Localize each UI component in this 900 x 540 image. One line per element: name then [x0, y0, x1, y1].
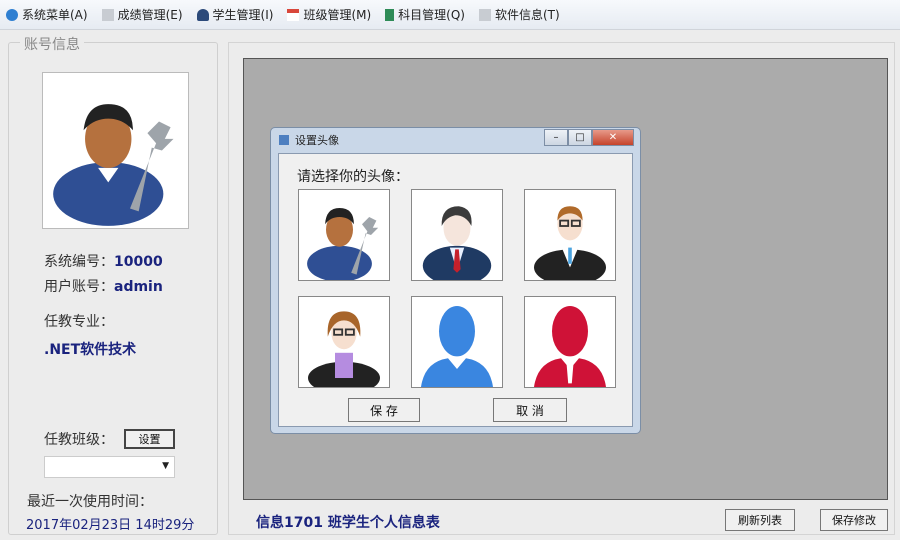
menu-students[interactable]: 学生管理(I): [196, 6, 273, 23]
menu-classes[interactable]: 班级管理(M): [287, 6, 371, 23]
menu-bar: 系统菜单(A) 成绩管理(E) 学生管理(I) 班级管理(M) 科目管理(Q) …: [0, 0, 900, 30]
menu-subjects[interactable]: 科目管理(Q): [385, 6, 465, 23]
table-title: 信息1701 班学生个人信息表: [256, 515, 440, 531]
info-icon: [478, 8, 491, 21]
save-changes-button[interactable]: 保存修改: [820, 509, 888, 531]
calendar-icon: [287, 8, 300, 21]
avatar-option-red-silhouette[interactable]: [524, 296, 616, 388]
major-value: .NET软件技术: [44, 342, 137, 358]
avatar-option-man-glasses[interactable]: [524, 189, 616, 286]
app-icon: [279, 135, 289, 145]
user-account: 用户账号：admin: [44, 279, 163, 295]
last-used-label: 最近一次使用时间：: [27, 494, 153, 510]
engineer-avatar-icon: [53, 104, 174, 226]
user-icon: [196, 8, 209, 21]
maximize-button[interactable]: □: [568, 129, 592, 146]
dialog-save-button[interactable]: 保 存: [348, 398, 420, 422]
avatar-option-businessman[interactable]: [411, 189, 503, 286]
menu-system[interactable]: 系统菜单(A): [6, 6, 88, 23]
avatar-option-woman-glasses[interactable]: [298, 296, 390, 395]
system-icon: [6, 8, 18, 21]
set-avatar-dialog: 设置头像 – □ ✕ 请选择你的头像： 保 存 取 消: [270, 127, 641, 434]
set-class-button[interactable]: 设置: [124, 429, 175, 449]
avatar-option-engineer[interactable]: [298, 189, 390, 282]
red-silhouette-avatar-icon: [534, 306, 606, 387]
major-label: 任教专业：: [44, 314, 114, 330]
dialog-prompt: 请选择你的头像：: [297, 169, 409, 185]
blue-silhouette-avatar-icon: [421, 306, 493, 387]
woman-glasses-avatar-icon: [308, 311, 380, 395]
dialog-cancel-button[interactable]: 取 消: [493, 398, 567, 422]
man-glasses-avatar-icon: [534, 206, 606, 286]
system-id: 系统编号：10000: [44, 254, 163, 270]
last-used-value: 2017年02月23日 14时29分: [26, 518, 195, 533]
close-button[interactable]: ✕: [592, 129, 634, 146]
class-select[interactable]: ▼: [44, 456, 175, 478]
engineer-avatar-icon: [307, 208, 379, 282]
menu-about[interactable]: 软件信息(T): [478, 6, 560, 23]
class-label: 任教班级：: [44, 432, 114, 448]
businessman-avatar-icon: [422, 206, 492, 286]
avatar-option-blue-silhouette[interactable]: [411, 296, 503, 388]
dialog-body: 请选择你的头像： 保 存 取 消: [278, 153, 633, 427]
account-group-title: 账号信息: [20, 34, 84, 54]
current-avatar[interactable]: [42, 72, 189, 229]
menu-grades[interactable]: 成绩管理(E): [101, 6, 183, 23]
minimize-button[interactable]: –: [544, 129, 568, 146]
chevron-down-icon: ▼: [162, 461, 169, 471]
document-icon: [101, 8, 114, 21]
book-icon: [385, 8, 395, 21]
refresh-list-button[interactable]: 刷新列表: [725, 509, 795, 531]
